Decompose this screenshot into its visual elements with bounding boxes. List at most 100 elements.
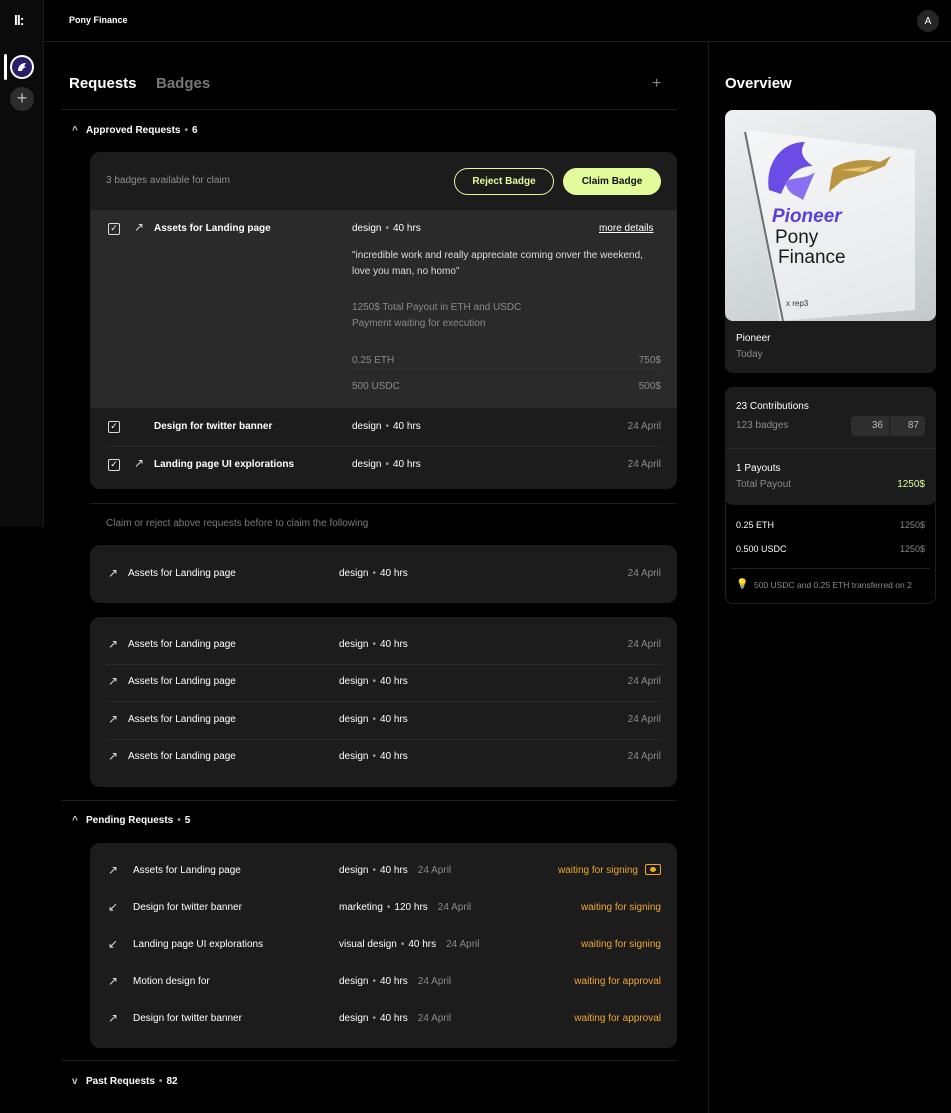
request-tag: marketing	[339, 902, 383, 913]
divider	[90, 503, 677, 504]
request-date: 24 April	[627, 714, 661, 725]
request-title[interactable]: Design for twitter banner	[133, 902, 242, 913]
add-request-button[interactable]: +	[652, 75, 661, 93]
separator-dot: •	[372, 714, 376, 725]
request-meta: design • 40 hrs 24 April	[339, 1013, 451, 1024]
checkbox-checked[interactable]: ✓	[108, 421, 120, 433]
payouts-sub: Total Payout	[736, 479, 792, 490]
request-hours: 40 hrs	[379, 639, 408, 650]
request-date: 24 April	[627, 421, 661, 432]
overview-title: Overview	[725, 75, 792, 92]
payouts-title: 1 Payouts	[736, 463, 781, 474]
direction-arrow-icon: ↙	[108, 900, 119, 914]
payout-total-text: 1250$ Total Payout in ETH and USDC	[352, 302, 522, 313]
divider	[106, 701, 661, 702]
request-date: 24 April	[437, 902, 472, 913]
eth-payout-value: 1250$	[899, 520, 925, 530]
request-title[interactable]: Motion design for	[133, 976, 210, 987]
request-title[interactable]: Assets for Landing page	[154, 223, 271, 234]
tab-requests[interactable]: Requests	[69, 75, 137, 92]
request-date: 24 April	[627, 639, 661, 650]
separator-dot: •	[372, 976, 376, 987]
request-title[interactable]: Landing page UI explorations	[154, 459, 294, 470]
separator-dot: •	[372, 751, 376, 762]
separator-dot: •	[184, 125, 188, 136]
request-title[interactable]: Assets for Landing page	[128, 568, 236, 579]
direction-arrow-icon: ↗	[108, 974, 119, 988]
request-status: waiting for signing	[557, 865, 638, 876]
pony-logo-icon	[12, 57, 32, 77]
usdc-payout-label: 0.500 USDC	[736, 544, 787, 554]
request-hours: 40 hrs	[379, 676, 408, 687]
direction-arrow-icon: ↗	[108, 1011, 119, 1025]
top-bar	[44, 0, 951, 42]
more-details-link[interactable]: more details	[599, 223, 653, 234]
eth-amount-value: 750$	[638, 355, 661, 366]
badge-art-line2: Pony	[775, 227, 819, 248]
reject-badge-button[interactable]: Reject Badge	[454, 168, 554, 195]
request-date: 24 April	[627, 751, 661, 762]
lightbulb-icon: 💡	[736, 579, 749, 590]
request-title[interactable]: Design for twitter banner	[154, 421, 272, 432]
divider	[106, 446, 661, 447]
approved-count: 6	[191, 125, 198, 136]
request-title[interactable]: Design for twitter banner	[133, 1013, 242, 1024]
request-hours: 40 hrs	[392, 459, 421, 470]
pending-title: Pending Requests	[86, 815, 174, 826]
request-hours: 40 hrs	[408, 939, 437, 950]
request-tag: design	[339, 676, 369, 687]
direction-arrow-icon: ↙	[108, 937, 119, 951]
request-title[interactable]: Assets for Landing page	[128, 639, 236, 650]
request-title[interactable]: Assets for Landing page	[128, 751, 236, 762]
claim-order-note: Claim or reject above requests before to…	[106, 518, 369, 529]
signing-tag-icon[interactable]	[645, 864, 661, 875]
stat-b: 87	[890, 416, 925, 436]
request-meta: design • 40 hrs	[339, 714, 408, 725]
tab-badges[interactable]: Badges	[156, 75, 210, 92]
separator-dot: •	[158, 1076, 163, 1087]
app-logo[interactable]: ll:	[14, 12, 25, 28]
request-tag: design	[352, 421, 382, 432]
claim-badge-button[interactable]: Claim Badge	[563, 168, 661, 195]
project-avatar-pony-finance[interactable]	[10, 55, 34, 79]
request-hours: 40 hrs	[379, 1013, 408, 1024]
past-section-header[interactable]: v Past Requests • 82	[72, 1076, 178, 1087]
request-meta: design • 40 hrs	[352, 421, 421, 432]
divider	[106, 664, 661, 665]
outgoing-arrow-icon: ↗	[108, 637, 119, 651]
request-hours: 40 hrs	[379, 568, 408, 579]
divider	[352, 342, 661, 343]
user-avatar[interactable]: A	[917, 10, 939, 32]
pending-count: 5	[184, 815, 191, 826]
request-title[interactable]: Assets for Landing page	[133, 865, 241, 876]
divider	[352, 289, 661, 290]
add-project-button[interactable]: +	[10, 87, 34, 111]
chevron-up-icon: ^	[72, 125, 78, 136]
request-hours: 40 hrs	[379, 714, 408, 725]
request-date: 24 April	[417, 976, 452, 987]
checkbox-checked[interactable]: ✓	[108, 223, 120, 235]
past-title: Past Requests	[86, 1076, 155, 1087]
request-meta: design • 40 hrs	[352, 459, 421, 470]
badge-art-line3: Finance	[778, 247, 846, 268]
request-title[interactable]: Assets for Landing page	[128, 676, 236, 687]
contributions-title: 23 Contributions	[736, 401, 809, 412]
checkbox-checked[interactable]: ✓	[108, 459, 120, 471]
divider	[61, 1060, 677, 1061]
approved-section-header[interactable]: ^ Approved Requests • 6	[72, 125, 198, 136]
request-title[interactable]: Landing page UI explorations	[133, 939, 263, 950]
outgoing-arrow-icon: ↗	[134, 220, 145, 234]
request-status: waiting for signing	[580, 902, 661, 913]
request-tag: design	[339, 751, 369, 762]
request-hours: 40 hrs	[379, 865, 408, 876]
separator-dot: •	[372, 865, 376, 876]
stat-a: 36	[851, 416, 889, 436]
payouts-value: 1250$	[897, 479, 925, 490]
badge-date: Today	[736, 349, 763, 360]
request-meta: marketing • 120 hrs 24 April	[339, 902, 471, 913]
approved-title: Approved Requests	[86, 125, 181, 136]
usdc-amount-label: 500 USDC	[352, 381, 400, 392]
request-title[interactable]: Assets for Landing page	[128, 714, 236, 725]
pending-section-header[interactable]: ^ Pending Requests • 5	[72, 815, 190, 826]
request-date: 24 April	[417, 865, 452, 876]
